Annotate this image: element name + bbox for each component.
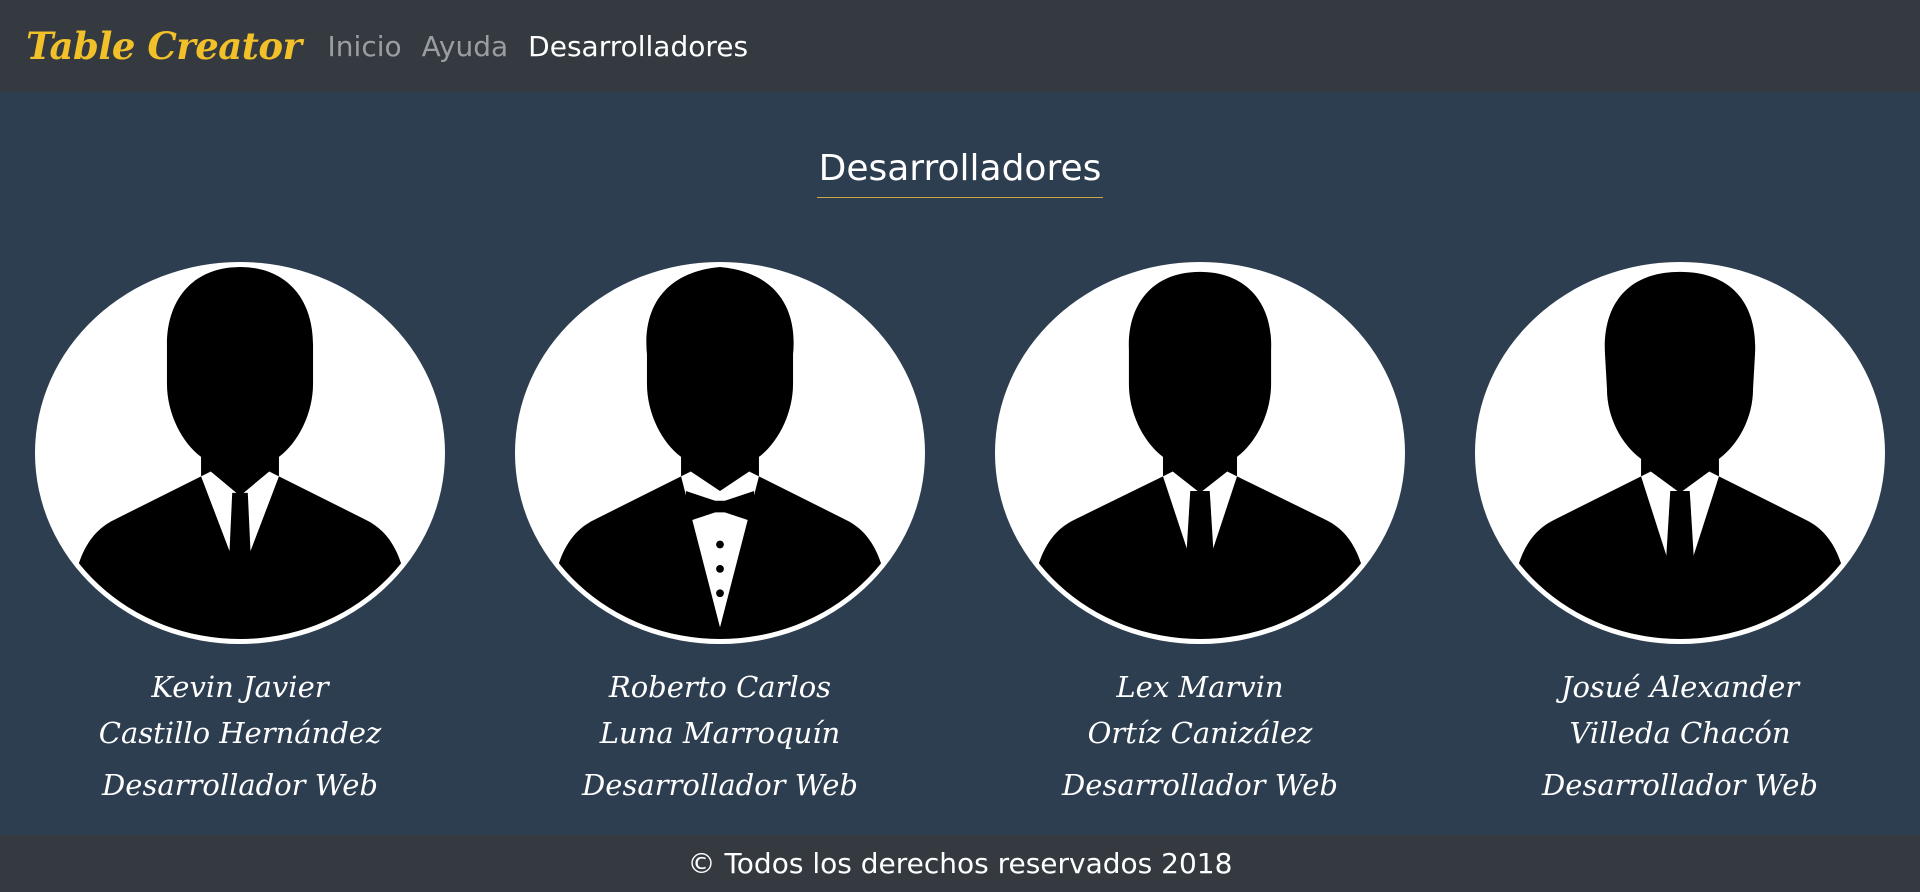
section-title-wrapper: Desarrolladores xyxy=(0,148,1920,198)
footer: © Todos los derechos reservados 2018 xyxy=(0,835,1920,892)
developer-card: Josué Alexander Villeda Chacón Desarroll… xyxy=(1440,262,1920,802)
nav-link-inicio[interactable]: Inicio xyxy=(328,30,402,63)
avatar xyxy=(515,262,925,644)
nav-link-desarrolladores[interactable]: Desarrolladores xyxy=(528,30,748,63)
developer-last-name: Luna Marroquín xyxy=(599,716,841,750)
developer-last-name: Ortíz Canizález xyxy=(1087,716,1313,750)
avatar xyxy=(35,262,445,644)
developer-last-name: Villeda Chacón xyxy=(1569,716,1791,750)
developer-role: Desarrollador Web xyxy=(102,768,378,802)
avatar xyxy=(995,262,1405,644)
nav-link-ayuda[interactable]: Ayuda xyxy=(422,30,509,63)
developer-role: Desarrollador Web xyxy=(582,768,858,802)
person-silhouette-icon xyxy=(1029,271,1371,639)
developer-card: Kevin Javier Castillo Hernández Desarrol… xyxy=(0,262,480,802)
developer-first-name: Lex Marvin xyxy=(1116,670,1284,704)
developer-name: Lex Marvin Ortíz Canizález xyxy=(1088,664,1313,756)
copyright-text: © Todos los derechos reservados 2018 xyxy=(687,847,1233,880)
top-navbar: Table Creator Inicio Ayuda Desarrollador… xyxy=(0,0,1920,92)
developer-role: Desarrollador Web xyxy=(1542,768,1818,802)
person-silhouette-icon xyxy=(1509,271,1851,639)
avatar xyxy=(1475,262,1885,644)
developer-first-name: Josué Alexander xyxy=(1560,670,1800,704)
developer-grid: Kevin Javier Castillo Hernández Desarrol… xyxy=(0,262,1920,802)
brand-logo[interactable]: Table Creator xyxy=(26,24,302,68)
page-title: Desarrolladores xyxy=(816,148,1104,198)
person-silhouette-icon xyxy=(69,267,411,639)
developer-role: Desarrollador Web xyxy=(1062,768,1338,802)
developer-first-name: Roberto Carlos xyxy=(608,670,832,704)
developer-card: Lex Marvin Ortíz Canizález Desarrollador… xyxy=(960,262,1440,802)
developer-name: Roberto Carlos Luna Marroquín xyxy=(600,664,840,756)
person-silhouette-icon xyxy=(549,267,891,639)
developer-name: Kevin Javier Castillo Hernández xyxy=(99,664,381,756)
developer-last-name: Castillo Hernández xyxy=(98,716,382,750)
developer-name: Josué Alexander Villeda Chacón xyxy=(1561,664,1799,756)
developer-first-name: Kevin Javier xyxy=(151,670,329,704)
developer-card: Roberto Carlos Luna Marroquín Desarrolla… xyxy=(480,262,960,802)
